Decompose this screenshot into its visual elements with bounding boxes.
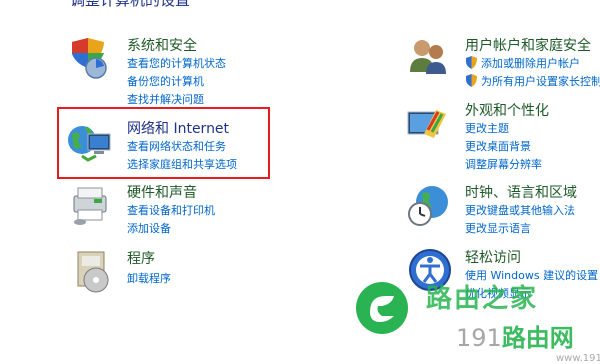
- backup-computer-link[interactable]: 备份您的计算机: [127, 73, 204, 89]
- watermark-site-number: 191: [456, 324, 502, 352]
- hardware-sound-title[interactable]: 硬件和声音: [127, 182, 197, 202]
- change-keyboard-link[interactable]: 更改键盘或其他输入法: [465, 202, 575, 218]
- appearance-icon[interactable]: [406, 104, 450, 148]
- highlight-box: [57, 107, 270, 179]
- appearance-title[interactable]: 外观和个性化: [465, 100, 549, 120]
- change-desktop-background-link[interactable]: 更改桌面背景: [465, 138, 531, 154]
- adjust-resolution-link[interactable]: 调整屏幕分辨率: [465, 156, 542, 172]
- watermark-domain: www.191.cn: [556, 353, 600, 364]
- programs-title[interactable]: 程序: [127, 248, 155, 268]
- hardware-sound-icon[interactable]: [68, 184, 112, 228]
- clock-language-title[interactable]: 时钟、语言和区域: [465, 182, 577, 202]
- watermark-logo-icon: [356, 282, 408, 334]
- add-remove-accounts-label: 添加或删除用户帐户: [481, 57, 580, 70]
- add-device-link[interactable]: 添加设备: [127, 220, 171, 236]
- page-heading: 调整计算机的设置: [70, 0, 191, 9]
- watermark-site: 191路由网: [456, 318, 574, 353]
- parental-controls-label: 为所有用户设置家长控制: [481, 75, 600, 88]
- change-display-language-link[interactable]: 更改显示语言: [465, 220, 531, 236]
- user-accounts-icon[interactable]: [406, 36, 450, 80]
- troubleshoot-link[interactable]: 查找并解决问题: [127, 91, 204, 107]
- devices-printers-link[interactable]: 查看设备和打印机: [127, 202, 215, 218]
- system-security-icon[interactable]: [66, 36, 110, 80]
- programs-icon[interactable]: [70, 250, 114, 294]
- watermark: 路由之家 191路由网 www.191.cn: [356, 276, 600, 364]
- system-security-title[interactable]: 系统和安全: [127, 35, 197, 55]
- add-remove-accounts-link[interactable]: 添加或删除用户帐户: [465, 55, 580, 71]
- uninstall-program-link[interactable]: 卸载程序: [127, 270, 171, 286]
- view-computer-status-link[interactable]: 查看您的计算机状态: [127, 55, 226, 71]
- clock-language-icon[interactable]: [406, 184, 450, 228]
- ease-of-access-title[interactable]: 轻松访问: [465, 247, 521, 267]
- parental-controls-link[interactable]: 为所有用户设置家长控制: [465, 73, 600, 89]
- watermark-site-name: 路由网: [501, 324, 574, 352]
- user-accounts-title[interactable]: 用户帐户和家庭安全: [465, 35, 591, 55]
- uac-shield-icon: [466, 56, 477, 69]
- change-theme-link[interactable]: 更改主题: [465, 120, 509, 136]
- uac-shield-icon: [466, 74, 477, 87]
- watermark-brand: 路由之家: [426, 284, 539, 314]
